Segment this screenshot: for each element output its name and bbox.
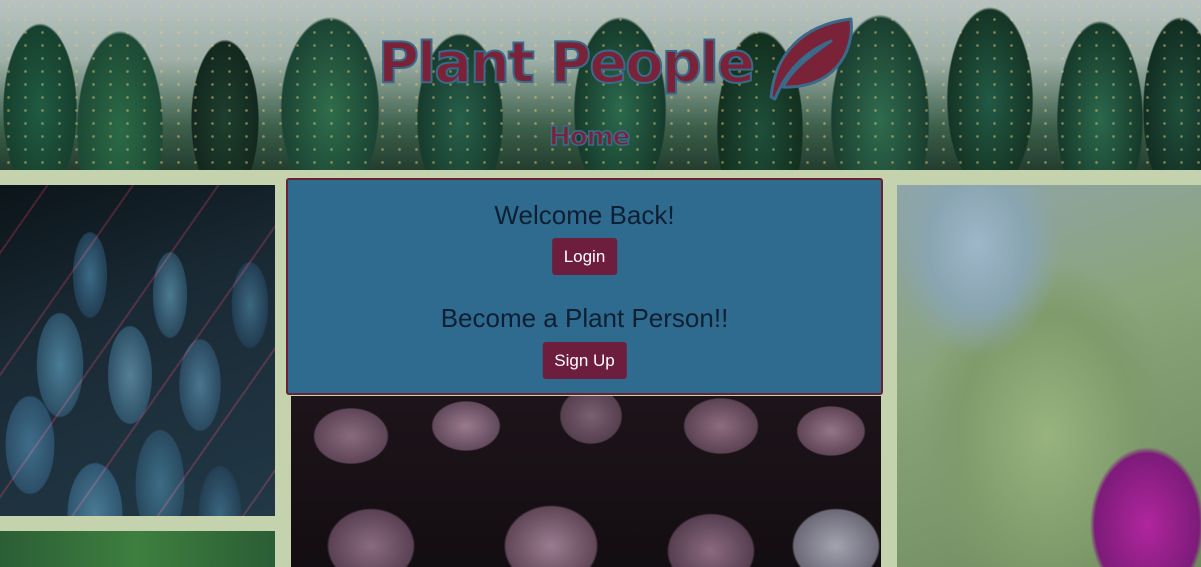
purple-tulip-image bbox=[897, 185, 1201, 567]
page: Plant People Home Welcome Back! Login Be… bbox=[0, 0, 1201, 567]
welcome-heading: Welcome Back! bbox=[494, 200, 675, 230]
header-banner: Plant People Home bbox=[0, 0, 1201, 170]
nav-home-link[interactable]: Home bbox=[548, 121, 631, 153]
become-heading: Become a Plant Person!! bbox=[440, 303, 729, 333]
site-logo[interactable]: Plant People bbox=[377, 17, 857, 104]
blue-red-succulent-image bbox=[0, 185, 275, 516]
green-foliage-image bbox=[0, 531, 275, 567]
auth-card: Welcome Back! Login Become a Plant Perso… bbox=[286, 178, 883, 395]
logo-text: Plant People bbox=[377, 31, 756, 96]
signup-button[interactable]: Sign Up bbox=[542, 342, 627, 379]
purple-succulents-image bbox=[291, 396, 881, 567]
leaf-icon bbox=[769, 17, 853, 101]
login-button[interactable]: Login bbox=[551, 238, 618, 275]
